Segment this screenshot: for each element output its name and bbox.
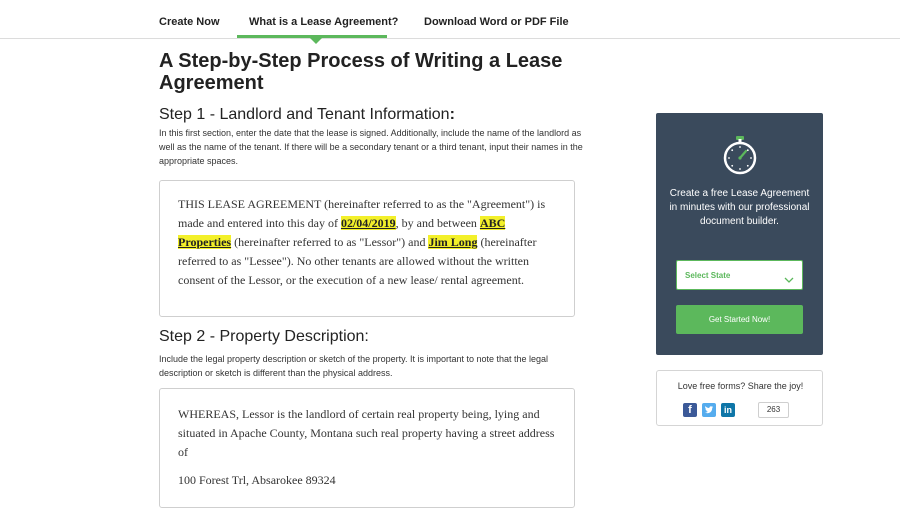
doc-text-part2: , by and between [395,216,480,230]
lease-date-highlight: 02/04/2019 [340,216,396,230]
page-title: A Step-by-Step Process of Writing a Leas… [159,50,563,94]
lease-sample-text-2: WHEREAS, Lessor is the landlord of certa… [178,407,555,459]
doc-text-part3: (hereinafter referred to as "Lessor") an… [231,235,429,249]
promo-text: Create a free Lease Agreement in minutes… [669,188,810,227]
chevron-down-icon [784,271,794,289]
share-text: Love free forms? Share the joy! [677,381,804,391]
facebook-icon[interactable]: f [683,403,697,417]
active-tab-pointer [309,37,323,44]
step1-description: In this first section, enter the date th… [159,128,583,166]
property-address: 100 Forest Trl, Absarokee 89324 [178,473,336,487]
tab-create-now[interactable]: Create Now [159,16,220,28]
lease-sample-box-1: THIS LEASE AGREEMENT (hereinafter referr… [159,180,575,317]
lease-sample-text-1: THIS LEASE AGREEMENT (hereinafter referr… [178,195,556,290]
share-count: 263 [758,402,789,418]
state-select[interactable]: Select State [676,260,803,290]
lease-builder-card: Create a free Lease Agreement in minutes… [656,113,823,355]
step2-heading: Step 2 - Property Description: [159,328,369,345]
linkedin-icon[interactable]: in [721,403,735,417]
step1-heading: Step 1 - Landlord and Tenant Information… [159,106,455,124]
step1-heading-colon: : [449,106,455,123]
tab-what-is-lease[interactable]: What is a Lease Agreement? [249,16,398,28]
top-nav: Create Now What is a Lease Agreement? Do… [0,0,900,44]
stopwatch-icon [720,135,760,180]
get-started-button[interactable]: Get Started Now! [676,305,803,334]
tab-download-file[interactable]: Download Word or PDF File [424,16,569,28]
twitter-icon[interactable] [702,403,716,417]
step2-description: Include the legal property description o… [159,354,549,378]
state-select-value: Select State [685,271,731,280]
step1-heading-text: Step 1 - Landlord and Tenant Information [159,106,450,123]
share-box: Love free forms? Share the joy! f in 263 [656,370,823,426]
lease-sample-box-2: WHEREAS, Lessor is the landlord of certa… [159,388,575,508]
lessee-name-highlight: Jim Long [428,235,478,249]
